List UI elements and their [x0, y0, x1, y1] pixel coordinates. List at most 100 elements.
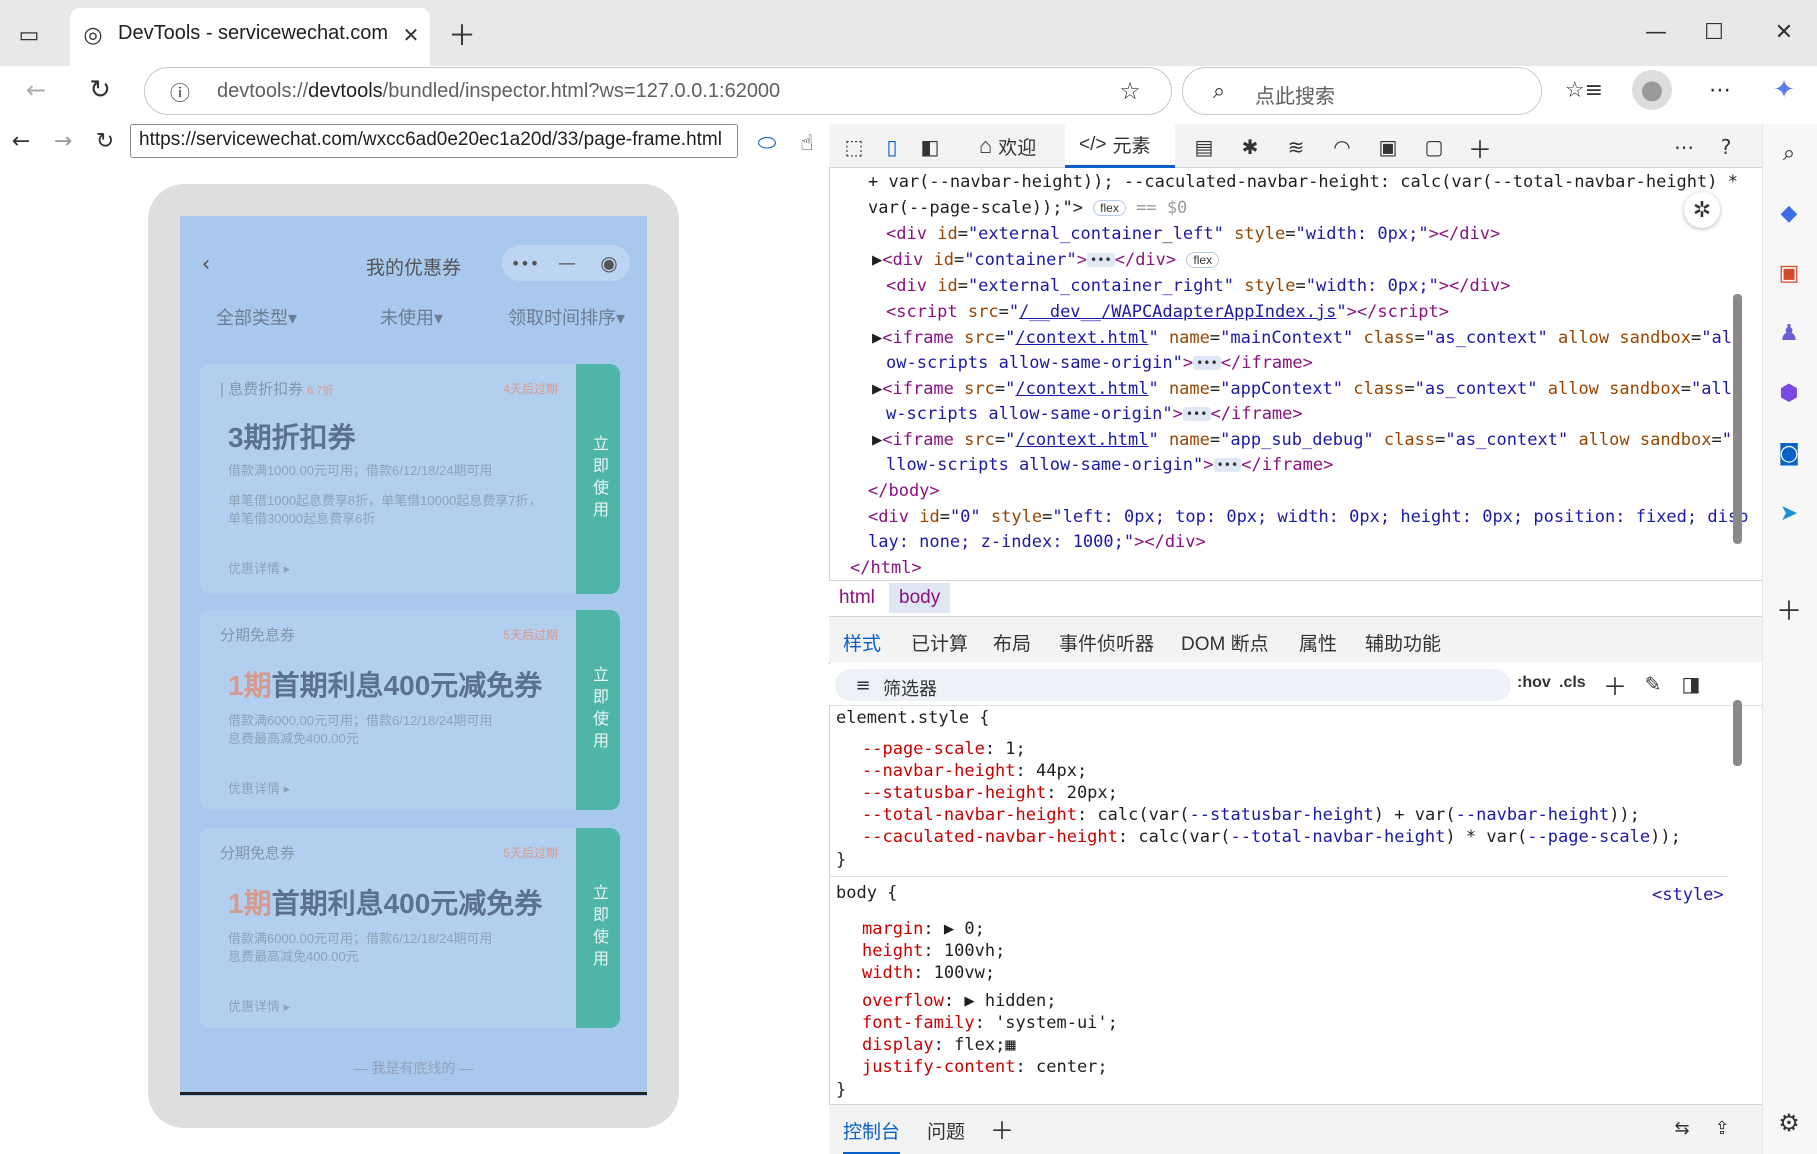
sidebar-office-icon[interactable]: ⬢: [1772, 376, 1806, 410]
info-icon[interactable]: ⓘ: [167, 78, 193, 105]
coupon-detail-link[interactable]: 优惠详情 ▸: [228, 996, 290, 1015]
style-source-link[interactable]: <style>: [1652, 885, 1724, 905]
drawer-collapse-icon[interactable]: ⇪: [1707, 1113, 1737, 1143]
dom-line[interactable]: ▶<iframe src="/context.html" name="app_s…: [872, 428, 1742, 453]
use-now-button[interactable]: 立即使用: [576, 364, 620, 594]
sidebar-add-icon[interactable]: ＋: [1772, 592, 1806, 627]
new-style-rule-icon[interactable]: ＋: [1601, 670, 1629, 701]
flex-badge[interactable]: flex: [1186, 252, 1220, 268]
sim-refresh-icon[interactable]: ↻: [90, 126, 120, 156]
tab-event-listeners[interactable]: 事件侦听器: [1059, 629, 1154, 656]
coupon-detail-link[interactable]: 优惠详情 ▸: [228, 558, 290, 577]
style-declarations[interactable]: overflow: ▶ hidden; font-family: 'system…: [862, 990, 1118, 1078]
bug-icon[interactable]: ✱: [1235, 132, 1265, 162]
coupon-card[interactable]: 分期免息券 5天后过期 1期首期利息400元减免券 借款满6000.00元可用；…: [200, 828, 620, 1028]
coupon-card[interactable]: | 息费折扣券 6.7折 4天后过期 3期折扣券 借款满1000.00元可用；借…: [200, 364, 620, 594]
tab-dom-breakpoints[interactable]: DOM 断点: [1181, 629, 1269, 656]
capsule-menu[interactable]: ••• — ◉: [502, 245, 630, 281]
sim-forward-icon[interactable]: →: [48, 126, 78, 156]
dom-line[interactable]: + var(--navbar-height)); --caculated-nav…: [868, 170, 1738, 195]
drawer-add-icon[interactable]: ＋: [987, 1113, 1017, 1145]
paint-brush-icon[interactable]: ✎: [1639, 670, 1667, 698]
styles-filter-input[interactable]: ≡ 筛选器: [835, 669, 1511, 701]
dom-scrollbar[interactable]: [1733, 294, 1742, 544]
sidebar-games-icon[interactable]: ♟: [1772, 316, 1806, 350]
dom-line[interactable]: ow-scripts allow-same-origin"> ••• </ifram…: [886, 351, 1313, 376]
dom-line[interactable]: w-scripts allow-same-origin"> ••• </iframe…: [886, 402, 1303, 427]
dom-line[interactable]: </body>: [868, 479, 940, 504]
dom-line[interactable]: <script src="/__dev__/WAPCAdapterAppInde…: [886, 300, 1449, 325]
memory-chip-icon[interactable]: ▣: [1373, 132, 1403, 162]
drawer-tab-console[interactable]: 控制台: [843, 1117, 901, 1154]
application-icon[interactable]: ▢: [1419, 132, 1449, 162]
simulator-url[interactable]: https://servicewechat.com/wxcc6ad0e20ec1…: [139, 129, 731, 151]
tab-actions-icon[interactable]: ▭: [14, 20, 44, 50]
drawer-tab-issues[interactable]: 问题: [927, 1117, 965, 1144]
dom-line[interactable]: lay: none; z-index: 1000;"></div>: [868, 530, 1206, 555]
dom-line[interactable]: <div id="external_container_right" style…: [886, 274, 1510, 299]
more-menu-icon[interactable]: ⋯: [1702, 72, 1738, 108]
style-declarations[interactable]: --page-scale: 1; --navbar-height: 44px; …: [862, 738, 1681, 848]
devtools-menu-icon[interactable]: ⋯: [1669, 132, 1699, 162]
inspect-element-icon[interactable]: ⬚: [839, 132, 869, 162]
toggle-sidebar-icon[interactable]: ◨: [1677, 670, 1705, 698]
device-emulation-icon[interactable]: ▯: [877, 132, 907, 162]
dom-line[interactable]: var(--page-scale));"> flex == $0: [868, 196, 1187, 221]
use-now-button[interactable]: 立即使用: [576, 828, 620, 1028]
favorites-icon[interactable]: ☆≡: [1565, 72, 1603, 108]
tab-accessibility[interactable]: 辅助功能: [1365, 629, 1441, 656]
filter-type[interactable]: 全部类型▾: [216, 304, 297, 330]
profile-avatar-icon[interactable]: ●: [1632, 70, 1672, 110]
dom-line[interactable]: llow-scripts allow-same-origin"> ••• </ifr…: [886, 453, 1333, 478]
network-wifi-icon[interactable]: ≋: [1281, 132, 1311, 162]
tab-properties[interactable]: 属性: [1299, 629, 1337, 656]
drawer-dock-icon[interactable]: ⇆: [1667, 1113, 1697, 1143]
sidebar-tools-icon[interactable]: ▣: [1772, 256, 1806, 290]
console-panel-icon[interactable]: ▤: [1189, 132, 1219, 162]
filter-status[interactable]: 未使用▾: [380, 304, 443, 330]
close-tab-icon[interactable]: ✕: [398, 22, 424, 48]
dom-line[interactable]: <div id="external_container_left" style=…: [886, 222, 1500, 247]
tab-elements[interactable]: </> 元素: [1065, 124, 1175, 168]
simulator-url-bar[interactable]: https://servicewechat.com/wxcc6ad0e20ec1…: [130, 124, 738, 158]
tab-styles[interactable]: 样式: [843, 629, 882, 667]
more-dots-icon[interactable]: •••: [510, 249, 540, 277]
style-rule-selector[interactable]: element.style {: [836, 706, 990, 731]
touch-mode-icon[interactable]: ☝: [790, 126, 824, 160]
use-now-button[interactable]: 立即使用: [576, 610, 620, 810]
browser-tab[interactable]: ◎ DevTools - servicewechat.com/wx ✕: [70, 8, 430, 66]
address-bar[interactable]: ⓘ devtools://devtools/bundled/inspector.…: [144, 67, 1172, 115]
help-icon[interactable]: ?: [1711, 132, 1741, 162]
sidebar-send-icon[interactable]: ➤: [1772, 496, 1806, 530]
breadcrumb-html[interactable]: html: [839, 587, 875, 609]
flex-badge[interactable]: flex: [1093, 200, 1126, 216]
refresh-icon[interactable]: ↻: [82, 72, 118, 108]
back-icon[interactable]: ←: [18, 72, 54, 108]
minimize-icon[interactable]: —: [1636, 14, 1676, 50]
sidebar-settings-icon[interactable]: ⚙: [1772, 1106, 1806, 1140]
close-capsule-icon[interactable]: ◉: [594, 249, 624, 277]
new-tab-icon[interactable]: ＋: [444, 16, 480, 52]
favorite-star-icon[interactable]: ☆: [1115, 76, 1145, 106]
filter-sort[interactable]: 领取时间排序▾: [508, 304, 625, 330]
mouse-mode-icon[interactable]: ⬭: [750, 126, 784, 160]
style-declarations[interactable]: margin: ▶ 0; height: 100vh; width: 100vw…: [862, 918, 1005, 984]
coupon-card[interactable]: 分期免息券 5天后过期 1期首期利息400元减免券 借款满6000.00元可用；…: [200, 610, 620, 810]
search-box[interactable]: ⌕ 点此搜索: [1182, 67, 1542, 115]
sidebar-search-icon[interactable]: ⌕: [1772, 136, 1806, 170]
dom-line[interactable]: ▶<iframe src="/context.html" name="mainC…: [872, 326, 1742, 351]
sidebar-outlook-icon[interactable]: ◙: [1772, 436, 1806, 470]
hov-toggle[interactable]: :hov: [1517, 674, 1551, 692]
cls-toggle[interactable]: .cls: [1559, 674, 1586, 692]
tab-computed[interactable]: 已计算: [911, 629, 968, 656]
performance-icon[interactable]: ◠: [1327, 132, 1357, 162]
flexbox-editor-icon[interactable]: ▦: [1005, 1035, 1015, 1055]
styles-scrollbar[interactable]: [1733, 700, 1742, 766]
copilot-icon[interactable]: ✦: [1764, 70, 1804, 110]
minimize-capsule-icon[interactable]: —: [552, 249, 582, 277]
tab-layout[interactable]: 布局: [993, 629, 1031, 656]
dom-line[interactable]: <div id="0" style="left: 0px; top: 0px; …: [868, 505, 1748, 530]
address-text[interactable]: devtools://devtools/bundled/inspector.ht…: [217, 80, 780, 103]
style-rule-selector[interactable]: body {: [836, 881, 897, 906]
dom-line[interactable]: ▶<div id="container"> ••• </div> flex: [872, 248, 1220, 273]
